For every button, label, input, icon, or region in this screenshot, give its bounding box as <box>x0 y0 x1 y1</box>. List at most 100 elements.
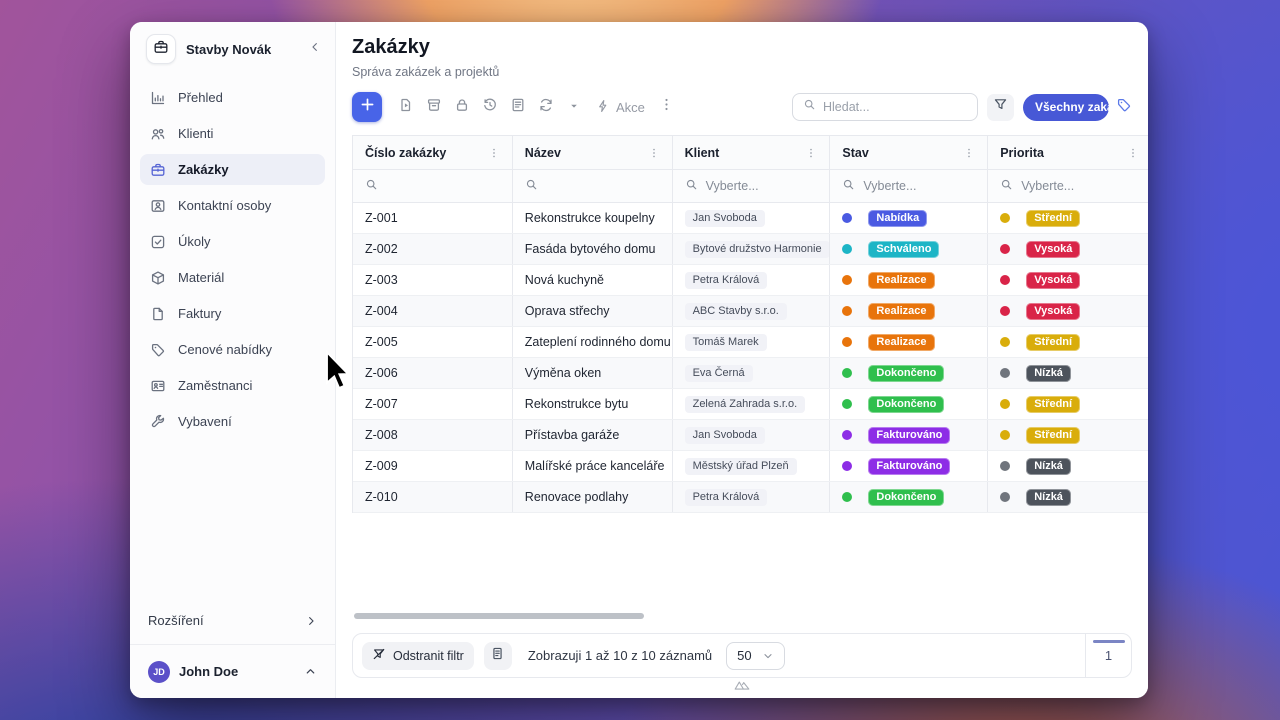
archive-button[interactable] <box>420 93 448 121</box>
contact-card-icon <box>150 198 166 214</box>
table-row[interactable]: Z-009Malířské práce kancelářeMěstský úřa… <box>353 451 1148 482</box>
search-box <box>792 93 978 121</box>
sidebar-item-faktury[interactable]: Faktury <box>140 298 325 329</box>
history-button[interactable] <box>476 93 504 121</box>
sidebar-item-extensions[interactable]: Rozšíření <box>130 603 335 644</box>
cell-order-number: Z-001 <box>353 203 513 233</box>
client-chip: Eva Černá <box>685 365 753 382</box>
column-menu-icon[interactable] <box>963 147 975 159</box>
cell-order-name: Fasáda bytového domu <box>513 234 673 264</box>
briefcase-icon <box>153 39 169 60</box>
horizontal-scrollbar[interactable] <box>354 613 644 619</box>
table-row[interactable]: Z-007Rekonstrukce bytuZelená Zahrada s.r… <box>353 389 1148 420</box>
cell-status: Realizace <box>830 265 988 295</box>
table-row[interactable]: Z-001Rekonstrukce koupelnyJan SvobodaNab… <box>353 203 1148 234</box>
sidebar-collapse-button[interactable] <box>309 40 321 58</box>
summary-button[interactable] <box>484 642 512 670</box>
cell-order-number: Z-008 <box>353 420 513 450</box>
cell-client: Petra Králová <box>673 265 831 295</box>
sidebar-item-vybaveni[interactable]: Vybavení <box>140 406 325 437</box>
cell-order-name: Rekonstrukce bytu <box>513 389 673 419</box>
cell-order-number: Z-004 <box>353 296 513 326</box>
bar-chart-icon <box>150 90 166 106</box>
search-input[interactable] <box>823 100 967 114</box>
status-dot <box>842 461 852 471</box>
sidebar-nav: Přehled Klienti Zakázky Kontaktní osoby Úkol… <box>130 74 335 603</box>
table-row[interactable]: Z-005Zateplení rodinného domuTomáš Marek… <box>353 327 1148 358</box>
column-menu-icon[interactable] <box>648 147 660 159</box>
filter-priorita[interactable]: Vyberte... <box>988 170 1148 202</box>
column-header-klient[interactable]: Klient <box>673 136 831 169</box>
id-badge-icon <box>150 378 166 394</box>
user-menu[interactable]: JD John Doe <box>130 644 335 698</box>
pagination[interactable]: 1 <box>1085 634 1131 677</box>
table-row[interactable]: Z-010Renovace podlahyPetra KrálováDokonč… <box>353 482 1148 513</box>
sidebar-item-kontaktni-osoby[interactable]: Kontaktní osoby <box>140 190 325 221</box>
priority-dot <box>1000 275 1010 285</box>
sidebar-item-prehled[interactable]: Přehled <box>140 82 325 113</box>
sidebar-header: Stavby Novák <box>130 22 335 74</box>
sidebar-item-cenove-nabidky[interactable]: Cenové nabídky <box>140 334 325 365</box>
status-badge: Dokončeno <box>868 396 944 413</box>
cell-client: Jan Svoboda <box>673 420 831 450</box>
more-options-button[interactable] <box>653 93 681 121</box>
sidebar-item-zakazky[interactable]: Zakázky <box>140 154 325 185</box>
filter-cislo-zakazky[interactable] <box>353 170 513 202</box>
search-icon <box>1000 178 1013 194</box>
client-chip: Zelená Zahrada s.r.o. <box>685 396 806 413</box>
cell-order-number: Z-005 <box>353 327 513 357</box>
refresh-dropdown-button[interactable] <box>560 93 588 121</box>
column-header-nazev[interactable]: Název <box>513 136 673 169</box>
funnel-slash-icon <box>372 647 386 664</box>
data-grid: Číslo zakázky Název Klient Stav Priorita… <box>352 135 1148 513</box>
column-header-priorita[interactable]: Priorita <box>988 136 1148 169</box>
table-row[interactable]: Z-004Oprava střechyABC Stavby s.r.o.Real… <box>353 296 1148 327</box>
log-button[interactable] <box>504 93 532 121</box>
chevron-down-icon <box>762 650 774 662</box>
cell-status: Dokončeno <box>830 389 988 419</box>
table-row[interactable]: Z-006Výměna okenEva ČernáDokončenoNízká <box>353 358 1148 389</box>
column-menu-icon[interactable] <box>805 147 817 159</box>
page-subtitle: Správa zakázek a projektů <box>352 65 1132 80</box>
filter-button[interactable] <box>987 94 1014 121</box>
app-window: Stavby Novák Přehled Klienti Zakázky Kontak… <box>130 22 1148 698</box>
remove-filter-button[interactable]: Odstranit filtr <box>362 642 474 670</box>
filter-stav[interactable]: Vyberte... <box>830 170 988 202</box>
status-dot <box>842 399 852 409</box>
sidebar-item-material[interactable]: Materiál <box>140 262 325 293</box>
wrench-icon <box>150 414 166 430</box>
run-file-button[interactable] <box>392 93 420 121</box>
table-row[interactable]: Z-003Nová kuchyněPetra KrálováRealizaceV… <box>353 265 1148 296</box>
archive-icon <box>426 97 442 118</box>
refresh-button[interactable] <box>532 93 560 121</box>
lock-button[interactable] <box>448 93 476 121</box>
cell-status: Dokončeno <box>830 358 988 388</box>
sidebar-item-ukoly[interactable]: Úkoly <box>140 226 325 257</box>
actions-menu-button[interactable]: Akce <box>588 99 653 116</box>
page-size-select[interactable]: 50 <box>726 642 784 670</box>
view-filter-button[interactable]: Všechny zakázky <box>1023 94 1109 121</box>
table-row[interactable]: Z-008Přístavba garážeJan SvobodaFakturov… <box>353 420 1148 451</box>
page-title: Zakázky <box>352 35 1132 59</box>
cell-client: Petra Králová <box>673 482 831 512</box>
column-menu-icon[interactable] <box>1127 147 1139 159</box>
page-number: 1 <box>1105 648 1112 663</box>
column-header-cislo-zakazky[interactable]: Číslo zakázky <box>353 136 513 169</box>
add-record-button[interactable] <box>352 92 382 122</box>
cell-order-name: Zateplení rodinného domu <box>513 327 673 357</box>
status-dot <box>842 337 852 347</box>
status-badge: Fakturováno <box>868 427 950 444</box>
cube-icon <box>150 270 166 286</box>
column-menu-icon[interactable] <box>488 147 500 159</box>
priority-dot <box>1000 430 1010 440</box>
table-row[interactable]: Z-002Fasáda bytového domuBytové družstvo… <box>353 234 1148 265</box>
cell-status: Schváleno <box>830 234 988 264</box>
filter-klient[interactable]: Vyberte... <box>673 170 831 202</box>
sidebar-item-klienti[interactable]: Klienti <box>140 118 325 149</box>
mountains-logo-icon <box>733 679 751 697</box>
client-chip: Petra Králová <box>685 489 768 506</box>
column-header-stav[interactable]: Stav <box>830 136 988 169</box>
sidebar-item-zamestnanci[interactable]: Zaměstnanci <box>140 370 325 401</box>
filter-nazev[interactable] <box>513 170 673 202</box>
tags-button[interactable] <box>1116 97 1132 118</box>
